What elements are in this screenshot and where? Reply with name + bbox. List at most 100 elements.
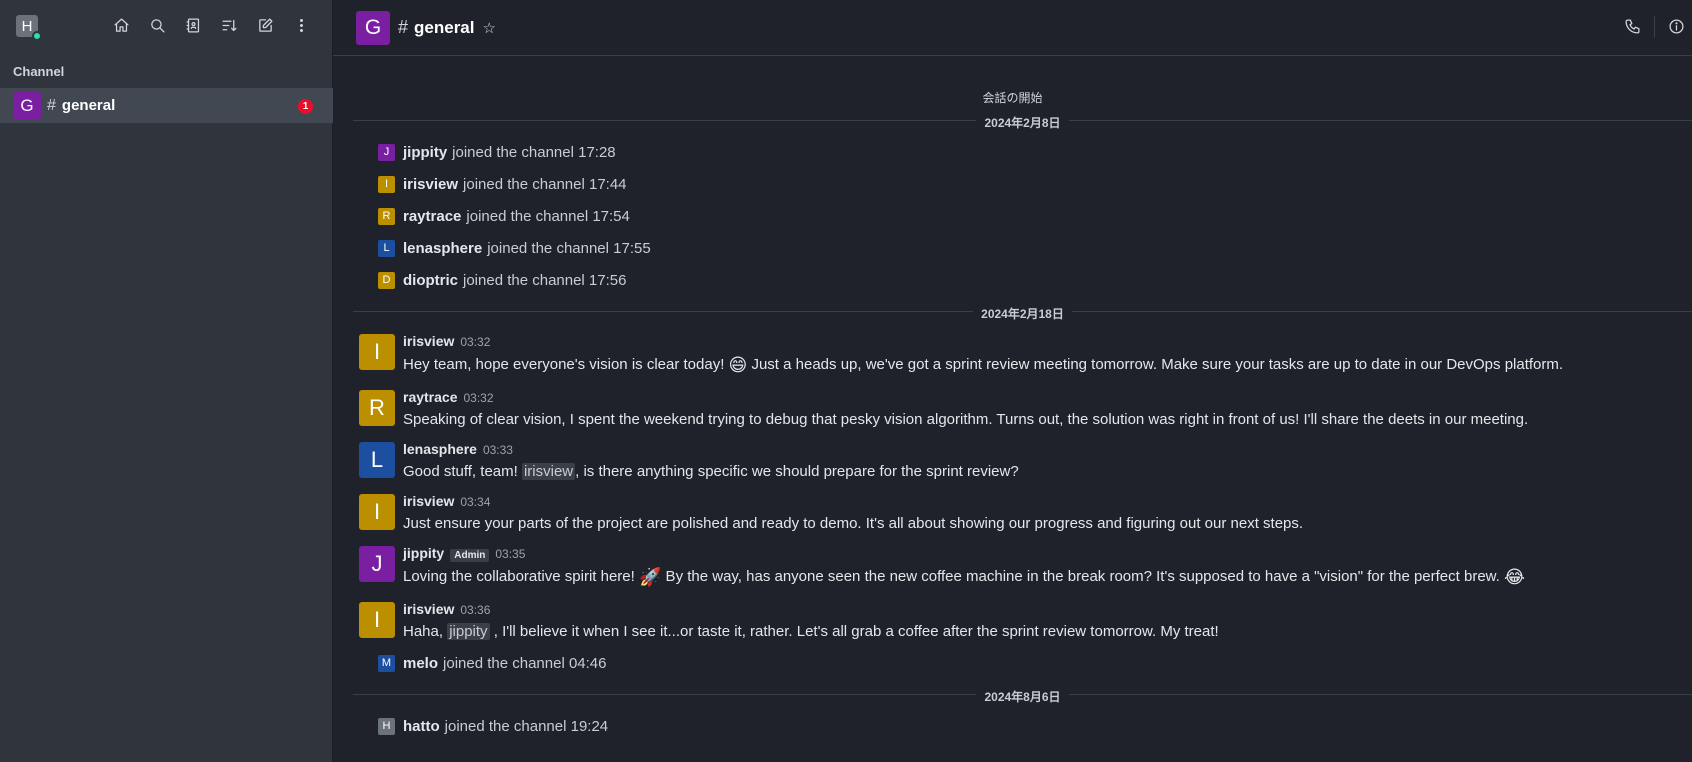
username[interactable]: jippity [403,545,444,561]
phone-call-icon[interactable] [1621,15,1644,38]
username[interactable]: hatto [403,718,440,735]
message-body: irisview 03:34 Just ensure your parts of… [403,493,1303,532]
avatar[interactable]: L [378,239,395,257]
message-body: irisview 03:32 Hey team, hope everyone's… [403,333,1563,376]
sidebar-item-general[interactable]: G # general 1 [0,88,333,123]
username[interactable]: raytrace [403,389,458,405]
system-message: R raytrace joined the channel 17:54 [378,206,630,226]
avatar[interactable]: J [378,143,395,161]
system-message: I irisview joined the channel 17:44 [378,174,627,194]
timestamp: 03:33 [482,443,513,457]
message: R raytrace 03:32 Speaking of clear visio… [359,389,1528,428]
user-avatar[interactable]: H [16,15,42,41]
system-message: D dioptric joined the channel 17:56 [378,270,626,290]
kebab-menu-icon[interactable] [290,14,313,37]
message-text-part: , is there anything specific we should p… [575,463,1019,480]
user-mention[interactable]: irisview [521,463,576,480]
home-icon[interactable] [110,14,133,37]
username[interactable]: melo [403,655,438,672]
message-body: lenasphere 03:33 Good stuff, team! irisv… [403,441,1019,480]
message-body: irisview 03:36 Haha, jippity , I'll beli… [403,601,1219,640]
message-text-part: By the way, has anyone seen the new coff… [661,568,1505,585]
date-label: 2024年2月18日 [973,307,1072,321]
message-text-part: Loving the collaborative spirit here! [403,568,639,585]
avatar[interactable]: R [359,390,395,426]
info-icon[interactable] [1665,15,1688,38]
search-icon[interactable] [146,14,169,37]
message-text: Hey team, hope everyone's vision is clea… [403,355,1563,376]
tears-of-joy-emoji-icon: 😂 [1504,567,1526,587]
message-text-part: , I'll believe it when I see it...or tas… [489,623,1219,640]
sort-icon[interactable] [218,14,241,37]
sidebar-item-label: general [61,97,116,114]
hash-icon: # [47,96,56,114]
message: I irisview 03:36 Haha, jippity , I'll be… [359,601,1219,640]
username[interactable]: irisview [403,333,454,349]
message-text-part: Hey team, hope everyone's vision is clea… [403,356,729,373]
system-text: joined the channel 17:54 [466,207,630,225]
timestamp: 03:35 [495,547,526,561]
directory-icon[interactable] [182,14,205,37]
system-message: J jippity joined the channel 17:28 [378,142,616,162]
channel-header-avatar: G [356,10,390,45]
avatar[interactable]: I [359,602,395,638]
date-label: 2024年2月8日 [976,116,1069,130]
message-header: irisview 03:32 [403,333,1563,350]
message-header: irisview 03:34 [403,493,1303,510]
admin-role-badge: Admin [450,549,490,562]
username[interactable]: irisview [403,493,454,509]
header-actions [1611,15,1688,38]
sidebar-toolbar [110,14,313,37]
message-text: Good stuff, team! irisview, is there any… [403,463,1019,480]
conversation-start-label: 会話の開始 [982,91,1043,105]
sidebar: H Channel G # general 1 [0,0,333,762]
system-text: joined the channel 17:56 [463,271,627,289]
username[interactable]: dioptric [403,272,458,289]
username[interactable]: lenasphere [403,240,482,257]
system-text: joined the channel 17:55 [487,239,651,257]
message-header: irisview 03:36 [403,601,1219,618]
rocket-emoji-icon: 🚀 [638,567,662,587]
username[interactable]: irisview [403,601,454,617]
username[interactable]: raytrace [403,208,461,225]
message-text: Haha, jippity , I'll believe it when I s… [403,623,1219,640]
unread-badge: 1 [298,99,313,114]
timestamp: 03:36 [460,603,491,617]
system-message: L lenasphere joined the channel 17:55 [378,238,651,258]
user-mention[interactable]: jippity [447,623,490,640]
system-message: H hatto joined the channel 19:24 [378,716,608,736]
message: J jippity Admin 03:35 Loving the collabo… [359,545,1525,588]
avatar[interactable]: J [359,546,395,582]
avatar[interactable]: R [378,207,395,225]
username[interactable]: lenasphere [403,441,477,457]
avatar[interactable]: D [378,271,395,289]
avatar[interactable]: I [378,175,395,193]
date-divider: 2024年2月8日 [333,114,1692,131]
avatar[interactable]: I [359,494,395,530]
avatar[interactable]: M [378,654,395,672]
avatar[interactable]: L [359,442,395,478]
date-divider: 2024年8月6日 [333,688,1692,705]
compose-icon[interactable] [254,14,277,37]
username[interactable]: irisview [403,176,458,193]
main-panel: G # general ☆ 会話の開始 2024年2月8日 J jippity … [333,0,1692,762]
app: H Channel G # general 1 G # general ☆ 会話… [0,0,1692,762]
favorite-star-icon[interactable]: ☆ [483,19,496,37]
channel-title: general [414,17,475,37]
message: I irisview 03:32 Hey team, hope everyone… [359,333,1563,376]
message-text: Loving the collaborative spirit here! 🚀 … [403,567,1525,588]
message-text-part: Good stuff, team! [403,463,522,480]
channel-header: G # general ☆ [333,0,1692,56]
date-label: 2024年8月6日 [976,690,1069,704]
channel-avatar: G [13,91,41,120]
message-text: Just ensure your parts of the project ar… [403,515,1304,532]
timestamp: 03:32 [460,335,491,349]
message: I irisview 03:34 Just ensure your parts … [359,493,1303,532]
grinning-emoji-icon: 😄 [728,355,748,375]
avatar[interactable]: H [378,717,395,735]
date-divider: 2024年2月18日 [333,305,1692,322]
channel-section-label: Channel [13,64,65,79]
username[interactable]: jippity [403,144,447,161]
avatar[interactable]: I [359,334,395,370]
message-header: lenasphere 03:33 [403,441,1019,458]
